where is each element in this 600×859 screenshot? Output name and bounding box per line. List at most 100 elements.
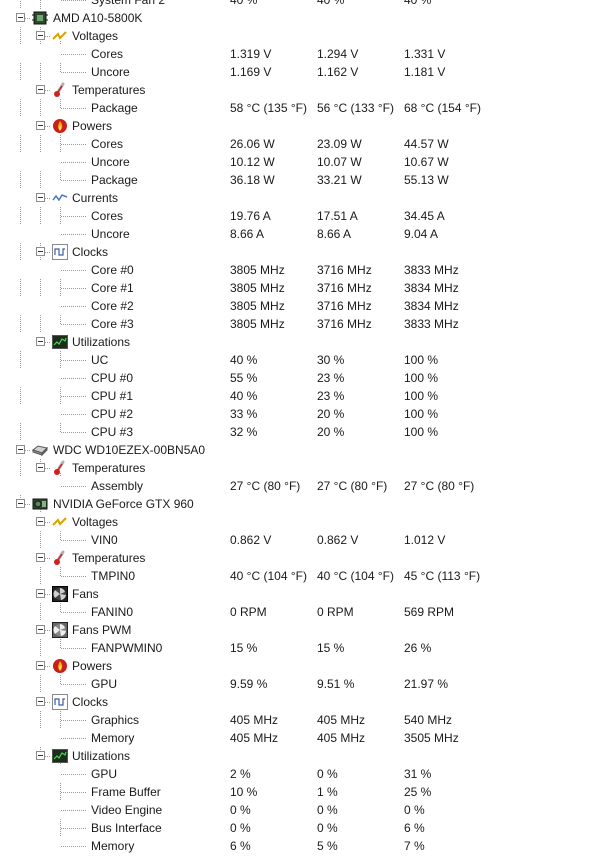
- collapse-toggle[interactable]: [36, 337, 45, 346]
- sensor-row[interactable]: Uncore 8.66 A 8.66 A 9.04 A: [0, 225, 600, 243]
- sensor-row[interactable]: Video Engine 0 % 0 % 0 %: [0, 801, 600, 819]
- group-row[interactable]: Voltages: [0, 27, 600, 45]
- collapse-toggle[interactable]: [36, 751, 45, 760]
- group-row[interactable]: Utilizations: [0, 747, 600, 765]
- sensor-row[interactable]: Uncore 1.169 V 1.162 V 1.181 V: [0, 63, 600, 81]
- sensor-row[interactable]: Frame Buffer 10 % 1 % 25 %: [0, 783, 600, 801]
- device-row[interactable]: AMD A10-5800K: [0, 9, 600, 27]
- collapse-toggle[interactable]: [16, 13, 25, 22]
- group-row[interactable]: Clocks: [0, 693, 600, 711]
- group-row[interactable]: Temperatures: [0, 459, 600, 477]
- sensor-label: Memory: [91, 839, 135, 853]
- device-row[interactable]: WDC WD10EZEX-00BN5A0: [0, 441, 600, 459]
- sensor-row[interactable]: Memory 6 % 5 % 7 %: [0, 837, 600, 855]
- utilization-chart-icon: [52, 334, 68, 350]
- sensor-row[interactable]: CPU #3 32 % 20 % 100 %: [0, 423, 600, 441]
- group-row[interactable]: Clocks: [0, 243, 600, 261]
- tree-connector: [61, 720, 86, 721]
- sensor-max: 3834 MHz: [404, 299, 459, 313]
- sensor-row[interactable]: Core #0 3805 MHz 3716 MHz 3833 MHz: [0, 261, 600, 279]
- sensor-max: 6 %: [404, 821, 425, 835]
- sensor-row[interactable]: Memory 405 MHz 405 MHz 3505 MHz: [0, 729, 600, 747]
- voltage-icon: [52, 28, 68, 44]
- device-label: AMD A10-5800K: [53, 11, 143, 25]
- tree-connector: [61, 162, 86, 163]
- sensor-min: 1.162 V: [317, 65, 359, 79]
- sensor-row[interactable]: FANIN0 0 RPM 0 RPM 569 RPM: [0, 603, 600, 621]
- sensor-max: 26 %: [404, 641, 432, 655]
- collapse-toggle[interactable]: [16, 445, 25, 454]
- group-row[interactable]: Temperatures: [0, 81, 600, 99]
- sensor-tree: System Fan 2 40 % 40 % 40 % AMD A10-5800K Vol…: [0, 0, 600, 855]
- sensor-value: 0 %: [230, 821, 251, 835]
- sensor-row[interactable]: Cores 1.319 V 1.294 V 1.331 V: [0, 45, 600, 63]
- collapse-toggle[interactable]: [36, 553, 45, 562]
- collapse-toggle[interactable]: [36, 193, 45, 202]
- group-row[interactable]: Powers: [0, 657, 600, 675]
- sensor-max: 3834 MHz: [404, 281, 459, 295]
- sensor-label: Core #3: [91, 317, 134, 331]
- collapse-toggle[interactable]: [36, 85, 45, 94]
- sensor-row[interactable]: Package 58 °C (135 °F) 56 °C (133 °F) 68 °C…: [0, 99, 600, 117]
- sensor-min: 15 %: [317, 641, 345, 655]
- sensor-row[interactable]: Package 36.18 W 33.21 W 55.13 W: [0, 171, 600, 189]
- group-row[interactable]: Fans PWM: [0, 621, 600, 639]
- sensor-row[interactable]: Uncore 10.12 W 10.07 W 10.67 W: [0, 153, 600, 171]
- sensor-min: 0 %: [317, 803, 338, 817]
- collapse-toggle[interactable]: [36, 589, 45, 598]
- sensor-min: 20 %: [317, 425, 345, 439]
- sensor-min: 27 °C (80 °F): [317, 479, 388, 493]
- sensor-label: Graphics: [91, 713, 140, 727]
- sensor-row[interactable]: CPU #0 55 % 23 % 100 %: [0, 369, 600, 387]
- sensor-max: 21.97 %: [404, 677, 449, 691]
- sensor-min: 5 %: [317, 839, 338, 853]
- sensor-min: 3716 MHz: [317, 299, 372, 313]
- collapse-toggle[interactable]: [36, 625, 45, 634]
- collapse-toggle[interactable]: [36, 661, 45, 670]
- sensor-row[interactable]: GPU 2 % 0 % 31 %: [0, 765, 600, 783]
- sensor-row[interactable]: CPU #1 40 % 23 % 100 %: [0, 387, 600, 405]
- collapse-toggle[interactable]: [36, 31, 45, 40]
- tree-connector: [61, 396, 86, 397]
- sensor-row[interactable]: VIN0 0.862 V 0.862 V 1.012 V: [0, 531, 600, 549]
- sensor-row[interactable]: Graphics 405 MHz 405 MHz 540 MHz: [0, 711, 600, 729]
- collapse-toggle[interactable]: [36, 697, 45, 706]
- sensor-max: 10.67 W: [404, 155, 449, 169]
- sensor-row[interactable]: System Fan 2 40 % 40 % 40 %: [0, 0, 600, 9]
- sensor-value: 19.76 A: [230, 209, 271, 223]
- sensor-row[interactable]: Cores 19.76 A 17.51 A 34.45 A: [0, 207, 600, 225]
- group-label: Voltages: [72, 29, 119, 43]
- sensor-max: 34.45 A: [404, 209, 445, 223]
- sensor-row[interactable]: GPU 9.59 % 9.51 % 21.97 %: [0, 675, 600, 693]
- group-row[interactable]: Utilizations: [0, 333, 600, 351]
- group-row[interactable]: Temperatures: [0, 549, 600, 567]
- group-row[interactable]: Voltages: [0, 513, 600, 531]
- sensor-row[interactable]: Bus Interface 0 % 0 % 6 %: [0, 819, 600, 837]
- device-row[interactable]: NVIDIA GeForce GTX 960: [0, 495, 600, 513]
- sensor-row[interactable]: CPU #2 33 % 20 % 100 %: [0, 405, 600, 423]
- voltage-icon: [52, 514, 68, 530]
- sensor-row[interactable]: TMPIN0 40 °C (104 °F) 40 °C (104 °F) 45 °C …: [0, 567, 600, 585]
- collapse-toggle[interactable]: [36, 463, 45, 472]
- tree-connector: [61, 270, 86, 271]
- tree-connector: [61, 414, 86, 415]
- sensor-value: 0 RPM: [230, 605, 267, 619]
- collapse-toggle[interactable]: [36, 247, 45, 256]
- sensor-value: 33 %: [230, 407, 258, 421]
- sensor-row[interactable]: Core #1 3805 MHz 3716 MHz 3834 MHz: [0, 279, 600, 297]
- sensor-row[interactable]: Assembly 27 °C (80 °F) 27 °C (80 °F) 27 °C …: [0, 477, 600, 495]
- collapse-toggle[interactable]: [16, 499, 25, 508]
- group-row[interactable]: Fans: [0, 585, 600, 603]
- collapse-toggle[interactable]: [36, 121, 45, 130]
- group-row[interactable]: Powers: [0, 117, 600, 135]
- sensor-row[interactable]: Core #3 3805 MHz 3716 MHz 3833 MHz: [0, 315, 600, 333]
- sensor-max: 100 %: [404, 389, 439, 403]
- group-label: Voltages: [72, 515, 119, 529]
- group-row[interactable]: Currents: [0, 189, 600, 207]
- sensor-row[interactable]: UC 40 % 30 % 100 %: [0, 351, 600, 369]
- sensor-row[interactable]: Cores 26.06 W 23.09 W 44.57 W: [0, 135, 600, 153]
- collapse-toggle[interactable]: [36, 517, 45, 526]
- sensor-row[interactable]: FANPWMIN0 15 % 15 % 26 %: [0, 639, 600, 657]
- sensor-row[interactable]: Core #2 3805 MHz 3716 MHz 3834 MHz: [0, 297, 600, 315]
- sensor-max: 540 MHz: [404, 713, 453, 727]
